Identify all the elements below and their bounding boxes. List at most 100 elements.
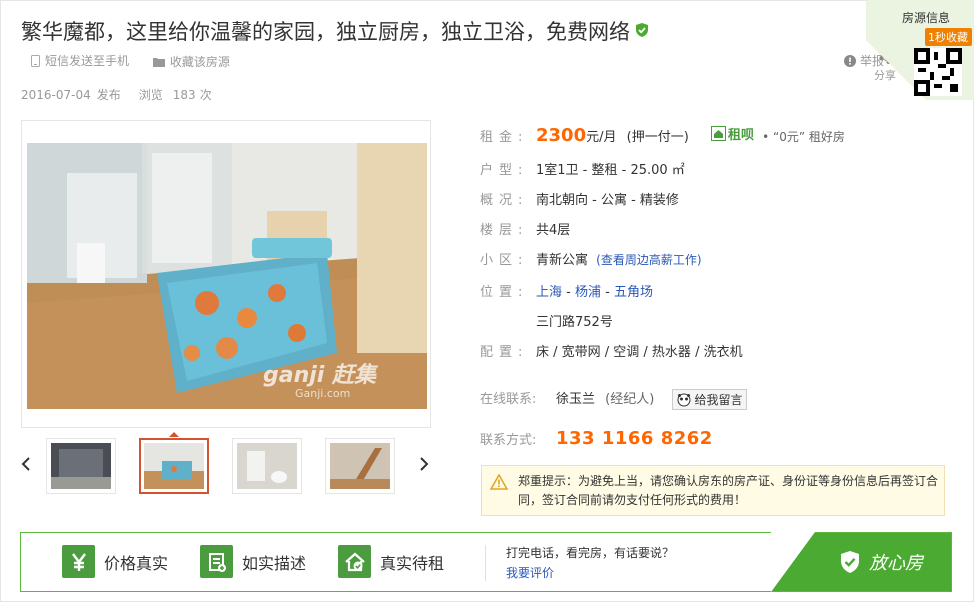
verified-shield-icon bbox=[636, 23, 648, 37]
feature-desc-label: 如实描述 bbox=[242, 553, 307, 573]
views-label: 浏览 bbox=[138, 88, 163, 102]
floor-label: 楼层: bbox=[480, 223, 529, 238]
rent-row: 租金: 2300元/月 (押一付一) 租呗 • “0元” 租好房 bbox=[480, 124, 845, 146]
views-count: 183 bbox=[172, 88, 196, 102]
quick-save-badge[interactable]: 1秒收藏 bbox=[925, 28, 972, 46]
listing-title-text: 繁华魔都，这里给你温馨的家园，独立厨房，独立卫浴，免费网络 bbox=[21, 20, 630, 44]
location-row: 位置: 上海 - 杨浦 - 五角场 bbox=[480, 281, 653, 300]
nearby-jobs-link[interactable]: (查看周边高薪工作) bbox=[596, 253, 701, 267]
views-unit: 次 bbox=[199, 88, 212, 102]
community-row: 小区: 青新公寓 (查看周边高薪工作) bbox=[480, 249, 702, 268]
rent-unit: 元/月 bbox=[586, 130, 617, 145]
rent-label: 租金: bbox=[480, 130, 529, 145]
trust-bar: 价格真实 如实描述 真实待租 打完电话，看完房，有话要说？ 我要评价 放心房 bbox=[20, 532, 952, 592]
listing-title: 繁华魔都，这里给你温馨的家园，独立厨房，独立卫浴，免费网络 bbox=[21, 16, 650, 46]
location-label: 位置: bbox=[480, 285, 529, 300]
facilities-label: 配置: bbox=[480, 345, 529, 360]
location-area-link[interactable]: 五角场 bbox=[614, 285, 653, 300]
location-sep-1: - bbox=[562, 285, 575, 300]
photo-watermark-logo: ganji 赶集 bbox=[263, 363, 376, 388]
location-district-link[interactable]: 杨浦 bbox=[575, 285, 601, 300]
main-photo-frame: ganji 赶集 Ganji.com bbox=[21, 120, 431, 428]
folder-icon bbox=[152, 57, 165, 67]
leave-message-label: 给我留言 bbox=[694, 393, 743, 407]
thumbnail-3[interactable] bbox=[232, 438, 302, 494]
overview-row: 概况: 南北朝向 - 公寓 - 精装修 bbox=[480, 189, 679, 208]
relief-banner-cut bbox=[771, 532, 815, 592]
yen-icon bbox=[62, 545, 95, 578]
thumbnail-image bbox=[51, 443, 111, 489]
overview-label: 概况: bbox=[480, 193, 529, 208]
main-photo[interactable]: ganji 赶集 Ganji.com bbox=[27, 143, 427, 409]
thumbnail-2[interactable] bbox=[139, 438, 209, 494]
location-city-link[interactable]: 上海 bbox=[536, 285, 562, 300]
feature-rent-label: 真实待租 bbox=[380, 553, 445, 573]
overview-value: 南北朝向 - 公寓 - 精装修 bbox=[536, 193, 679, 208]
feature-price-real: 价格真实 bbox=[62, 545, 168, 578]
zufen-label: 租呗 bbox=[727, 128, 754, 143]
phone-row: 联系方式: 133 1166 8262 bbox=[480, 428, 713, 449]
warning-triangle-icon bbox=[490, 474, 508, 490]
feature-real-rent: 真实待租 bbox=[338, 545, 444, 578]
contact-row: 在线联系: 徐玉兰 (经纪人) 给我留言 bbox=[480, 388, 748, 410]
home-icon bbox=[710, 126, 726, 141]
thumb-next-button[interactable] bbox=[419, 456, 429, 477]
rent-value: 2300 bbox=[536, 125, 587, 146]
trust-bar-divider bbox=[485, 545, 486, 581]
community-label: 小区: bbox=[480, 253, 529, 268]
chevron-left-icon bbox=[21, 457, 30, 471]
thumbnail-1[interactable] bbox=[46, 438, 116, 494]
community-value: 青新公寓 bbox=[536, 253, 589, 268]
thumbnail-image bbox=[330, 443, 390, 489]
qr-label: 房源信息 bbox=[901, 11, 950, 25]
phone-number[interactable]: 133 1166 8262 bbox=[556, 428, 713, 449]
contact-name: 徐玉兰 bbox=[556, 392, 596, 407]
thumbnail-4[interactable] bbox=[325, 438, 395, 494]
safety-warning: 郑重提示：为避免上当，请您确认房东的房产证、身份证等身份信息后再签订合同，签订合… bbox=[481, 465, 945, 516]
leave-message-button[interactable]: 给我留言 bbox=[672, 389, 748, 410]
relief-label: 放心房 bbox=[869, 553, 923, 574]
floor-value: 共4层 bbox=[536, 223, 571, 238]
send-sms-label: 短信发送至手机 bbox=[45, 54, 130, 68]
zufen-desc-wrap: • “0元” 租好房 bbox=[762, 130, 845, 144]
favorite-label: 收藏该房源 bbox=[169, 55, 230, 69]
thumbnail-pointer bbox=[169, 432, 179, 437]
address-value: 三门路752号 bbox=[536, 315, 613, 330]
document-check-icon bbox=[200, 545, 233, 578]
house-check-icon bbox=[338, 545, 371, 578]
type-value: 1室1卫 - 整租 - 25.00 ㎡ bbox=[536, 163, 685, 178]
thumb-prev-button[interactable] bbox=[21, 456, 31, 477]
zufen-logo[interactable]: 租呗 bbox=[710, 124, 754, 143]
favorite-link[interactable]: 收藏该房源 bbox=[152, 53, 230, 70]
feedback-question: 打完电话，看完房，有话要说？ bbox=[506, 546, 675, 560]
floor-row: 楼层: 共4层 bbox=[480, 219, 570, 238]
panda-icon bbox=[677, 393, 691, 406]
thumbnail-image bbox=[237, 443, 297, 489]
warning-circle-icon bbox=[843, 54, 856, 67]
phone-icon bbox=[31, 54, 40, 67]
type-row: 户型: 1室1卫 - 整租 - 25.00 ㎡ bbox=[480, 159, 685, 178]
feature-accurate-desc: 如实描述 bbox=[200, 545, 306, 578]
quick-save-text: 1秒收藏 bbox=[928, 31, 968, 44]
listing-meta: 2016-07-04 发布 浏览 183 次 bbox=[21, 86, 218, 103]
shield-check-icon bbox=[841, 551, 859, 573]
evaluate-link[interactable]: 我要评价 bbox=[506, 564, 554, 581]
relief-label-wrap: 放心房 bbox=[839, 549, 923, 575]
warning-text: 郑重提示：为避免上当，请您确认房东的房产证、身份证等身份信息后再签订合同，签订合… bbox=[518, 474, 939, 507]
location-sep-2: - bbox=[601, 285, 614, 300]
zufen-desc: “0元” 租好房 bbox=[773, 130, 845, 144]
photo-watermark-url: Ganji.com bbox=[295, 387, 351, 400]
qr-corner: 房源信息 1秒收藏 bbox=[866, 0, 974, 100]
qr-code-icon[interactable] bbox=[914, 48, 962, 96]
contact-role: (经纪人) bbox=[605, 392, 655, 407]
contact-label: 在线联系: bbox=[480, 392, 537, 407]
thumbnail-strip bbox=[21, 432, 436, 496]
rent-deposit: (押一付一) bbox=[626, 130, 689, 145]
facilities-row: 配置: 床 / 宽带网 / 空调 / 热水器 / 洗衣机 bbox=[480, 341, 743, 360]
address-row: 三门路752号 bbox=[536, 311, 613, 330]
post-label: 发布 bbox=[96, 88, 121, 102]
listing-actions: 短信发送至手机 收藏该房源 bbox=[31, 52, 250, 70]
send-sms-link[interactable]: 短信发送至手机 bbox=[31, 52, 129, 69]
thumbnail-image bbox=[144, 443, 204, 489]
chevron-right-icon bbox=[420, 457, 429, 471]
